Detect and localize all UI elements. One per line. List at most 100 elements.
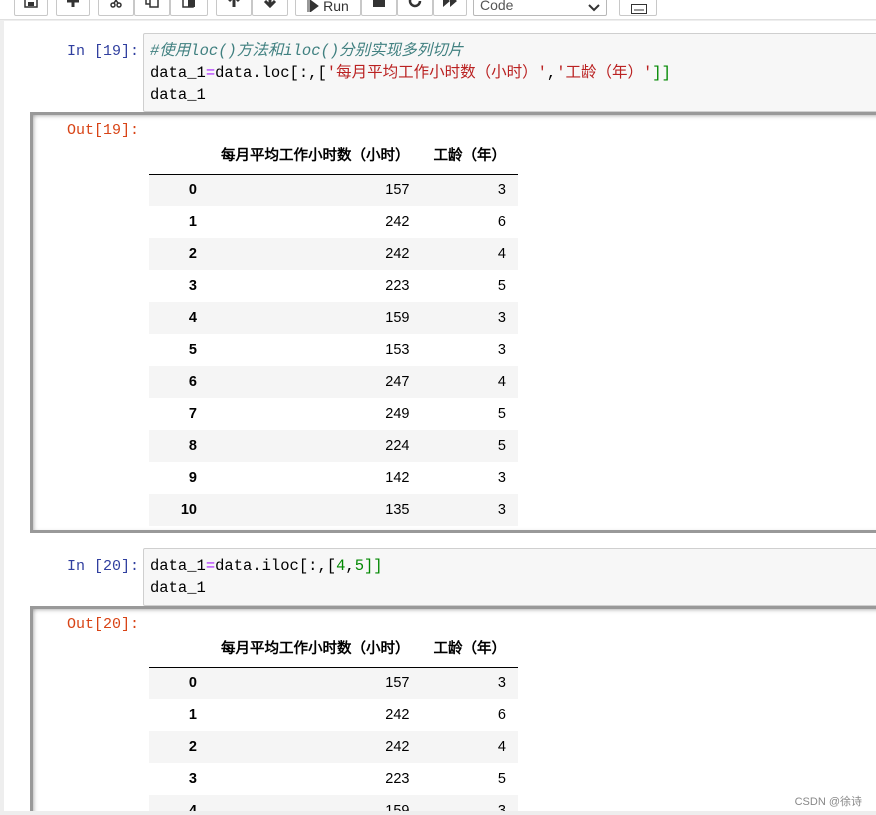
index-header: [149, 629, 209, 668]
cell-hours: 135: [385, 502, 410, 518]
notebook-toolbar: Run Code: [0, 0, 876, 20]
move-up-icon: [227, 0, 241, 8]
interrupt-button[interactable]: [361, 0, 397, 16]
cell-years: 5: [497, 438, 506, 454]
move-down-button[interactable]: [252, 0, 288, 16]
dataframe-table-20: 每月平均工作小时数（小时） 工龄（年） 0 157 3 1 242 6 2 242 4 3 2…: [149, 629, 518, 811]
column-header-years: 工龄（年）: [421, 136, 518, 175]
code-token: data_1: [150, 64, 206, 82]
cell-hours: 157: [385, 675, 410, 692]
paste-button[interactable]: [170, 0, 208, 16]
run-button[interactable]: Run: [295, 0, 361, 16]
move-down-icon: [263, 0, 277, 8]
watermark: CSDN @徐诗: [794, 796, 862, 808]
input-prompt-20: In [20]:: [66, 558, 139, 575]
cell-years: 4: [497, 246, 506, 262]
cut-button[interactable]: [98, 0, 134, 16]
cell-hours: 242: [385, 246, 410, 262]
code-token: '每月平均工作小时数（小时）': [326, 64, 547, 82]
restart-run-all-button[interactable]: [433, 0, 467, 16]
input-prompt-19: In [19]:: [66, 43, 139, 60]
table-row: 7 249 5: [149, 398, 518, 430]
table-row: 5 153 3: [149, 334, 518, 366]
table-row: 6 247 4: [149, 366, 518, 398]
move-up-button[interactable]: [216, 0, 252, 16]
row-index: 1: [188, 707, 197, 723]
cell-hours: 242: [385, 707, 410, 723]
save-button[interactable]: [14, 0, 48, 16]
row-index: 9: [188, 470, 197, 486]
row-index: 4: [188, 803, 197, 811]
cell-hours: 249: [385, 406, 410, 422]
copy-icon: [145, 0, 159, 8]
row-index: 2: [188, 246, 197, 262]
cut-icon: [109, 0, 123, 8]
table-row: 3 223 5: [149, 270, 518, 302]
table-row: 0 157 3: [149, 174, 518, 206]
code-cell-20[interactable]: data_1=data.iloc[:,[4,5]] data_1: [143, 548, 876, 606]
code-token: [:,[: [289, 64, 327, 82]
table-row: 4 159 3: [149, 795, 518, 811]
row-index: 3: [188, 771, 197, 787]
copy-button[interactable]: [134, 0, 170, 16]
code-cell-19[interactable]: #使用loc()方法和iloc()分别实现多列切片 data_1=data.lo…: [143, 33, 876, 112]
table-row: 8 224 5: [149, 430, 518, 462]
chevron-down-icon: [588, 0, 600, 15]
column-header-hours: 每月平均工作小时数（小时）: [209, 629, 422, 668]
column-header-hours: 每月平均工作小时数（小时）: [209, 136, 422, 175]
notebook-area: In [19]: #使用loc()方法和iloc()分别实现多列切片 data_…: [4, 21, 876, 811]
code-token: ]]: [652, 64, 671, 82]
restart-button[interactable]: [397, 0, 433, 16]
code-token: data.iloc: [215, 557, 299, 575]
code-comment: #使用loc()方法和iloc()分别实现多列切片: [150, 42, 464, 60]
cell-hours: 159: [385, 803, 410, 811]
row-index: 0: [188, 675, 197, 692]
output-prompt-20: Out[20]:: [66, 616, 139, 633]
code-token: ,: [345, 557, 355, 575]
table-row: 0 157 3: [149, 667, 518, 699]
row-index: 1: [188, 214, 197, 230]
cell-years: 3: [497, 182, 506, 199]
command-palette-button[interactable]: [619, 0, 657, 16]
table-header-row: 每月平均工作小时数（小时） 工龄（年）: [149, 136, 518, 175]
cell-years: 4: [497, 374, 506, 390]
table-header-row: 每月平均工作小时数（小时） 工龄（年）: [149, 629, 518, 668]
cell-years: 5: [497, 406, 506, 422]
code-token: 4: [336, 557, 346, 575]
cell-years: 3: [497, 803, 506, 811]
code-token: =: [205, 557, 216, 575]
row-index: 6: [188, 374, 197, 390]
cell-years: 3: [497, 342, 506, 358]
code-token: data.loc: [215, 64, 290, 82]
code-token: '工龄（年）': [556, 64, 653, 82]
code-token: ,: [546, 64, 557, 82]
cell-years: 3: [497, 675, 506, 692]
cell-years: 3: [497, 310, 506, 326]
table-row: 10 135 3: [149, 494, 518, 526]
row-index: 5: [188, 342, 197, 358]
code-token: ]]: [364, 557, 383, 575]
restart-icon: [408, 0, 422, 8]
cell-years: 5: [497, 278, 506, 294]
paste-icon: [182, 0, 196, 8]
cell-type-select[interactable]: Code: [473, 0, 607, 16]
cell-hours: 247: [385, 374, 410, 390]
table-row: 1 242 6: [149, 206, 518, 238]
cell-years: 4: [497, 739, 506, 755]
code-line: data_1: [150, 579, 206, 597]
cell-hours: 142: [385, 470, 410, 486]
cell-years: 6: [497, 707, 506, 723]
code-token: 5: [354, 557, 364, 575]
cell-years: 3: [497, 470, 506, 486]
insert-cell-button[interactable]: [56, 0, 90, 16]
cell-hours: 223: [385, 278, 410, 294]
row-index: 4: [188, 310, 197, 326]
code-token: data_1: [150, 557, 206, 575]
cell-hours: 242: [385, 214, 410, 230]
dataframe-table-19: 每月平均工作小时数（小时） 工龄（年） 0 157 3 1 242 6 2 242 4 3 2…: [149, 136, 518, 526]
row-index: 2: [188, 739, 197, 755]
row-index: 7: [188, 406, 197, 422]
code-line: #使用loc()方法和iloc()分别实现多列切片: [150, 40, 876, 62]
row-index: 0: [188, 182, 197, 199]
table-row: 2 242 4: [149, 238, 518, 270]
